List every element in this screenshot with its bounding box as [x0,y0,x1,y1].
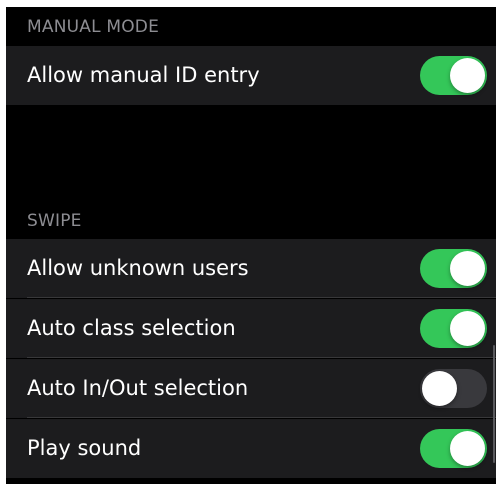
toggle-knob [450,431,485,466]
section-header-swipe: SWIPE [27,211,82,231]
setting-row-auto-class-selection: Auto class selection [6,299,496,358]
allow-unknown-users-toggle[interactable] [420,249,487,288]
setting-label: Auto In/Out selection [27,376,249,400]
play-sound-toggle[interactable] [420,429,487,468]
settings-screen: MANUAL MODE Allow manual ID entry SWIPE … [6,7,496,484]
setting-row-allow-unknown-users: Allow unknown users [6,239,496,298]
setting-label: Auto class selection [27,316,236,340]
scroll-indicator[interactable] [493,345,495,463]
row-separator [27,357,496,358]
setting-label: Allow unknown users [27,256,249,280]
toggle-knob [450,58,485,93]
toggle-knob [450,311,485,346]
setting-label: Allow manual ID entry [27,63,260,87]
row-separator [27,417,496,418]
allow-manual-id-entry-toggle[interactable] [420,56,487,95]
toggle-knob [450,251,485,286]
setting-row-allow-manual-id-entry: Allow manual ID entry [6,46,496,105]
setting-row-play-sound: Play sound [6,419,496,478]
toggle-knob [422,371,457,406]
setting-label: Play sound [27,436,142,460]
auto-in-out-selection-toggle[interactable] [420,369,487,408]
auto-class-selection-toggle[interactable] [420,309,487,348]
section-header-manual-mode: MANUAL MODE [27,17,160,37]
row-separator [27,297,496,298]
setting-row-auto-in-out-selection: Auto In/Out selection [6,359,496,418]
